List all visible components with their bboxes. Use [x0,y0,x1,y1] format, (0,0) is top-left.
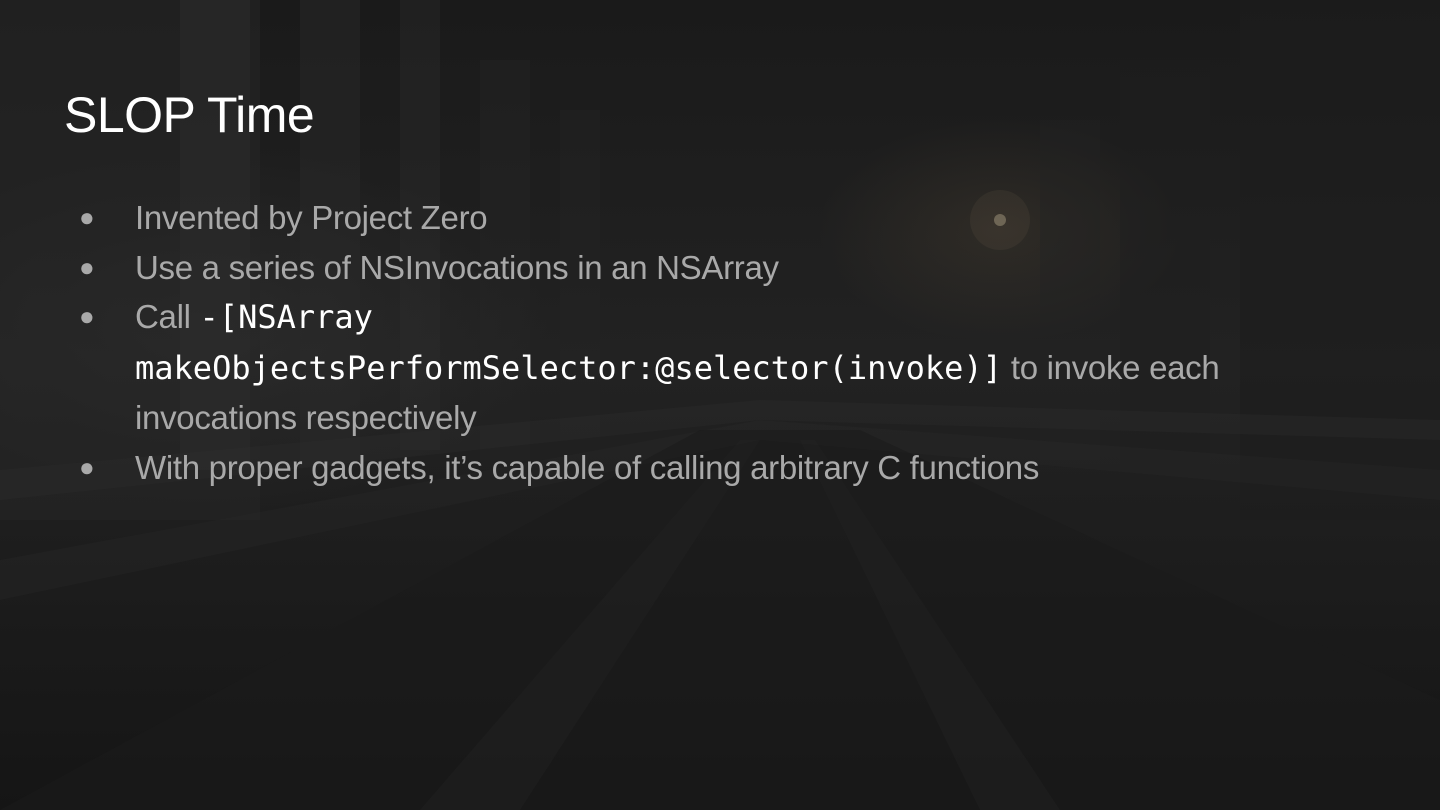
bullet-prefix: Call [135,298,200,335]
bullet-marker: ● [79,451,95,482]
bullet-marker: ● [79,301,95,331]
bullet-item: ● Call -[NSArray makeObjectsPerformSelect… [0,292,1440,443]
bullet-marker: ● [79,251,95,282]
bullet-item: ● Invented by Project Zero [0,193,1440,243]
bullet-marker: ● [79,202,95,232]
bullet-text: Use a series of NSInvocations in an NSAr… [135,248,779,286]
bullet-item: ● With proper gadgets, it’s capable of c… [0,443,1440,493]
slide: SLOP Time ● Invented by Project Zero ● U… [0,0,1440,810]
code-snippet-line1: -[NSArray [199,298,373,336]
bullet-text: Invented by Project Zero [135,199,488,236]
code-snippet-line2: makeObjectsPerformSelector:@selector(inv… [135,348,1002,387]
bullet-list: ● Invented by Project Zero ● Use a serie… [0,193,1440,492]
slide-title: SLOP Time [64,87,315,143]
bullet-text: With proper gadgets, it’s capable of cal… [135,448,1040,486]
bullet-item: ● Use a series of NSInvocations in an NS… [0,243,1440,293]
